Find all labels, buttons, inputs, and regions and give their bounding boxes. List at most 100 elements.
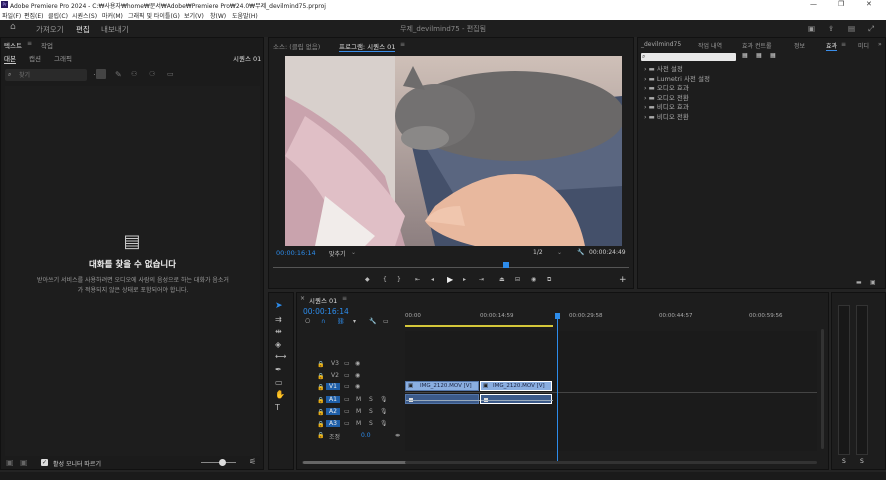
resolution-chevron-icon[interactable]: ⌄ [557, 249, 562, 256]
menu-marker[interactable]: 마커(M) [102, 11, 123, 20]
video-clip[interactable]: ▣ IMG_2120.MOV [V] [405, 381, 479, 391]
more-tabs-icon[interactable]: » [878, 41, 882, 48]
solo-icon[interactable]: S [369, 396, 373, 403]
settings-sliders-icon[interactable]: ⚟ [249, 457, 256, 466]
menu-view[interactable]: 보기(V) [184, 11, 204, 20]
extract-icon[interactable]: ⊟ [515, 276, 520, 283]
type-tool-icon[interactable]: T [275, 403, 280, 412]
tab-effects[interactable]: 효과 [826, 41, 838, 51]
tab-effect-controls[interactable]: 효과 컨트롤 [742, 41, 772, 50]
video-frame[interactable] [285, 56, 622, 246]
eye-icon[interactable]: ◉ [355, 372, 360, 379]
master-keyframe-icon[interactable]: ⇼ [395, 432, 400, 439]
video-clip[interactable]: ▣ IMG_2120.MOV [V] [480, 381, 552, 391]
tab-project[interactable]: _devilmind75 [641, 41, 681, 48]
lock-icon[interactable]: 🔒 [317, 432, 324, 439]
tab-program[interactable]: 프로그램: 시퀀스 01 [339, 41, 396, 52]
program-playhead[interactable] [503, 262, 509, 268]
play-icon[interactable]: ▶ [447, 275, 453, 284]
track-label-a2[interactable]: A2 [326, 408, 340, 415]
scrub-bar[interactable] [273, 267, 629, 268]
lift-icon[interactable]: ⏏ [499, 276, 505, 283]
menu-file[interactable]: 파일(F) [2, 11, 21, 20]
razor-tool-icon[interactable]: ◈ [275, 340, 281, 349]
mute-icon[interactable]: M [356, 408, 361, 415]
track-label-v3[interactable]: V3 [328, 360, 342, 367]
close-sequence-icon[interactable]: × [300, 295, 305, 302]
home-icon[interactable]: ⌂ [10, 22, 16, 32]
tab-edit[interactable]: 편집 [76, 24, 90, 38]
toggle-sync-icon[interactable]: ▭ [344, 408, 350, 415]
subtab-graphics[interactable]: 그래픽 [54, 53, 72, 63]
fullscreen-icon[interactable]: ⤢ [868, 24, 874, 34]
toggle-sync-icon[interactable]: ▭ [344, 420, 350, 427]
audio-clip[interactable] [480, 394, 553, 404]
menu-sequence[interactable]: 시퀀스(S) [72, 11, 97, 20]
menu-graphics[interactable]: 그래픽 및 타이틀(G) [128, 11, 180, 20]
timeline-ruler[interactable]: 00:00 00:00:14:59 00:00:29:58 00:00:44:5… [405, 313, 825, 329]
timeline-v-scrollbar[interactable] [821, 329, 824, 449]
program-menu-icon[interactable]: ≡ [400, 41, 405, 48]
nest-icon[interactable]: ⎔ [305, 318, 310, 325]
ripple-edit-tool-icon[interactable]: ⇹ [275, 327, 282, 336]
comparison-view-icon[interactable]: ⧉ [547, 276, 551, 284]
resolution-dropdown[interactable]: 1/2 [533, 249, 543, 256]
mark-out-icon[interactable]: } [397, 276, 401, 283]
effects-menu-icon[interactable]: ≡ [841, 41, 846, 48]
mute-icon[interactable]: M [356, 420, 361, 427]
sequence-tab[interactable]: 시퀀스 01 [309, 295, 337, 305]
mark-in-icon[interactable]: { [383, 276, 387, 283]
rectangle-tool-icon[interactable]: ▭ [275, 378, 283, 387]
track-label-a1[interactable]: A1 [326, 396, 340, 403]
go-to-in-icon[interactable]: ⇤ [415, 276, 420, 283]
timeline-marker-icon[interactable]: ▾ [353, 318, 356, 325]
track-area[interactable]: ▣ IMG_2120.MOV [V] ▣ IMG_2120.MOV [V] [405, 331, 817, 451]
menu-icon[interactable]: ≡ [27, 40, 32, 47]
menu-edit[interactable]: 편집(E) [24, 11, 44, 20]
captions-track-icon[interactable]: ▭ [383, 318, 389, 325]
track-label-v2[interactable]: V2 [328, 372, 342, 379]
menu-help[interactable]: 도움말(H) [232, 11, 258, 20]
list-item[interactable]: › ▬ 비디오 전환 [644, 113, 764, 123]
close-button[interactable]: ✕ [866, 0, 872, 8]
track-label-a3[interactable]: A3 [326, 420, 340, 427]
audio-clip[interactable] [405, 394, 480, 404]
list-item[interactable]: › ▬ 오디오 효과 [644, 84, 764, 94]
caption-settings-icon[interactable]: ▣ [20, 458, 28, 467]
minimize-button[interactable]: — [810, 0, 817, 8]
tab-text[interactable]: 텍스트 [4, 40, 22, 50]
export-frame-icon[interactable]: ◉ [531, 276, 536, 283]
microphone-icon[interactable]: 🎙 [380, 420, 388, 427]
toggle-sync-icon[interactable]: ▭ [344, 396, 350, 403]
yuv-effects-icon[interactable]: ▦ [770, 52, 776, 59]
tab-export[interactable]: 내보내기 [101, 24, 129, 35]
mute-icon[interactable]: M [356, 396, 361, 403]
snap-icon[interactable]: ∩ [321, 318, 325, 325]
new-transcript-icon[interactable]: ▣ [6, 458, 14, 467]
master-volume[interactable]: 0.0 [361, 432, 371, 439]
menu-clip[interactable]: 클립(C) [48, 11, 68, 20]
timeline-playhead[interactable] [557, 313, 559, 461]
tab-work[interactable]: 작업 [41, 40, 53, 50]
lock-icon[interactable]: 🔒 [317, 421, 324, 428]
speaker-assign-icon[interactable]: ⚆ [149, 70, 155, 78]
speaker-group-icon[interactable]: ⚇ [131, 70, 137, 78]
timeline-wrench-icon[interactable]: 🔧 [369, 318, 376, 325]
list-item[interactable]: › ▬ 오디오 전환 [644, 94, 764, 104]
solo-icon[interactable]: S [369, 420, 373, 427]
add-button-icon[interactable]: + [619, 275, 627, 285]
fit-dropdown[interactable]: 맞추기 [329, 249, 346, 258]
hand-tool-icon[interactable]: ✋ [275, 390, 285, 399]
solo-right-button[interactable]: S [860, 458, 864, 465]
pen-tool-icon[interactable]: ✒ [275, 365, 282, 374]
maximize-button[interactable]: ❐ [838, 0, 844, 8]
linked-selection-icon[interactable]: ⛓ [337, 318, 345, 325]
microphone-icon[interactable]: 🎙 [380, 396, 388, 403]
lock-icon[interactable]: 🔒 [317, 373, 324, 380]
workspace-layout-icon[interactable]: ▣ [808, 24, 815, 33]
32bit-effects-icon[interactable]: ▦ [756, 52, 762, 59]
zoom-slider-thumb[interactable] [219, 459, 226, 466]
eye-icon[interactable]: ◉ [355, 360, 360, 367]
text-toggle-icon[interactable] [96, 69, 106, 79]
toggle-sync-icon[interactable]: ▭ [344, 383, 350, 390]
